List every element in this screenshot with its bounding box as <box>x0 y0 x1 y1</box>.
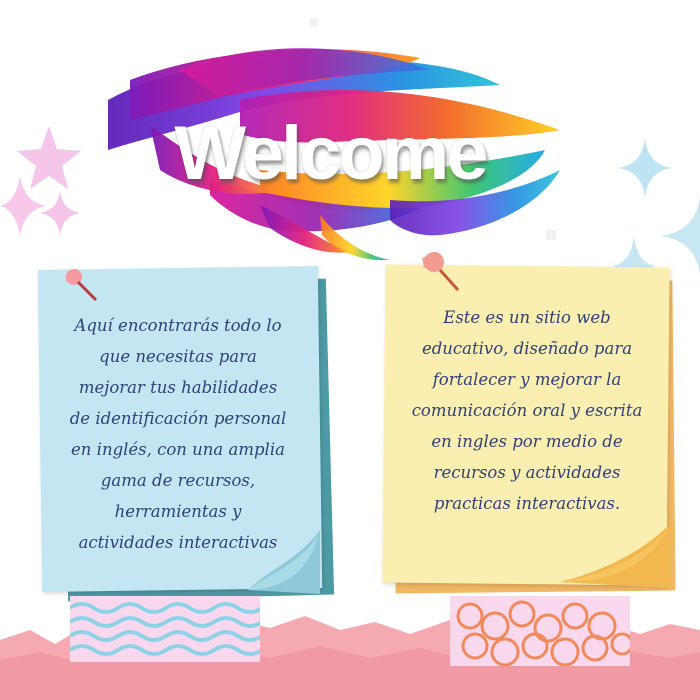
note-line: comunicación oral y escrita <box>411 401 643 420</box>
note-line: educativo, diseñado para <box>421 339 633 358</box>
note-line: gama de recursos, <box>100 471 256 490</box>
washi-tape-loops <box>450 596 630 666</box>
pushpin-icon <box>422 252 460 292</box>
welcome-title: Welcome <box>174 111 488 196</box>
blue-sparkle-icon <box>660 196 700 276</box>
pushpin-icon <box>66 269 98 302</box>
note-line: en inglés, con una amplia <box>71 440 285 459</box>
dot-icon <box>310 18 318 26</box>
pink-sparkle-icon <box>40 190 80 236</box>
curled-corner <box>560 524 670 588</box>
note-line: herramientas y <box>114 502 242 521</box>
note-line: fortalecer y mejorar la <box>432 370 622 389</box>
washi-tape-wavy <box>70 596 260 662</box>
blue-sparkle-icon <box>618 138 672 198</box>
note-line: de identificación personal <box>69 409 287 428</box>
note-line: practicas interactivas. <box>433 494 621 513</box>
left-note-text: Aquí encontrarás todo lo que necesitas p… <box>52 310 304 558</box>
note-line: Este es un sitio web <box>443 308 611 327</box>
note-line: recursos y actividades <box>433 463 621 482</box>
note-line: actividades interactivas <box>78 533 278 552</box>
welcome-banner: Welcome <box>90 30 570 260</box>
note-line: mejorar tus habilidades <box>78 378 278 397</box>
right-note-text: Este es un sitio web educativo, diseñado… <box>398 302 656 519</box>
note-line: Aquí encontrarás todo lo <box>74 316 282 335</box>
note-line: en ingles por medio de <box>431 432 623 451</box>
welcome-page: Welcome Aquí encontrarás todo lo que nec… <box>0 0 700 700</box>
note-line: que necesitas para <box>99 347 257 366</box>
